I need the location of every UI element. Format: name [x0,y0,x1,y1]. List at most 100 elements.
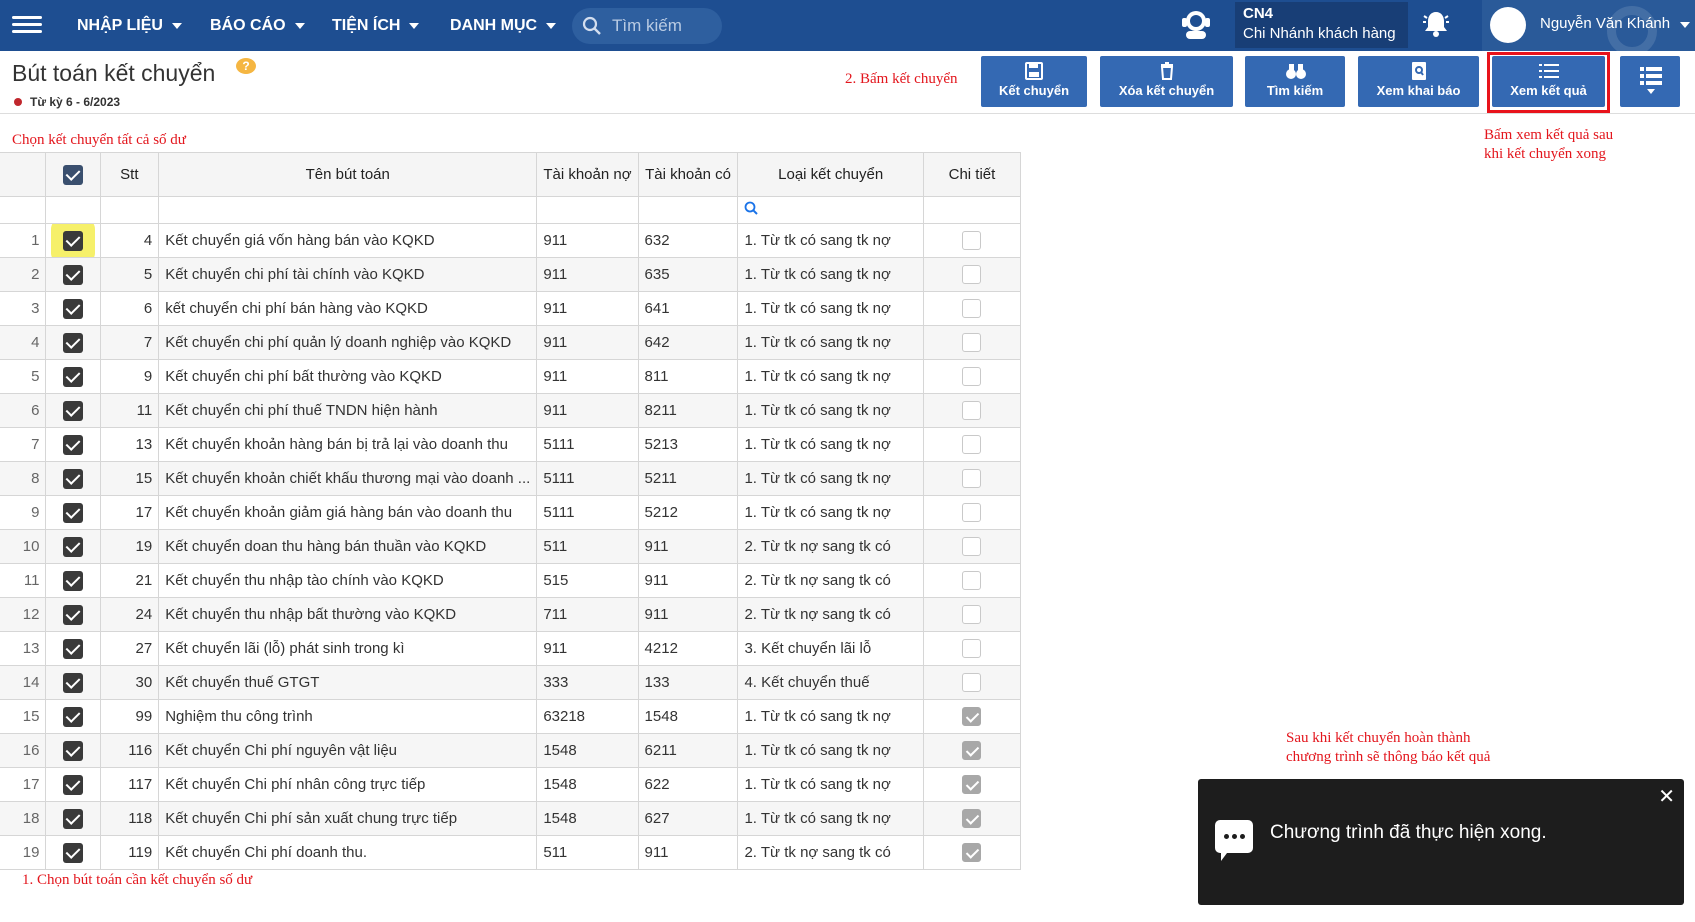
chi-tiet-checkbox[interactable] [962,843,982,862]
table-row[interactable]: 5 9 Kết chuyển chi phí bất thường vào KQKD… [0,359,1022,394]
filter-chi-tiet[interactable] [922,196,1022,224]
row-checkbox[interactable] [62,638,83,659]
user-menu[interactable]: Nguyễn Văn Khánh [1482,0,1695,56]
ket-chuyen-button[interactable]: Kết chuyển [981,56,1087,107]
header-loai-ket-chuyen[interactable]: Loại kết chuyển [737,152,924,197]
menu-tien-ich[interactable]: TIỆN ÍCH [332,0,420,51]
menu-icon[interactable] [12,12,42,38]
filter-loai[interactable] [737,196,924,224]
filter-tk-no[interactable] [536,196,639,224]
table-row[interactable]: 15 99 Nghiệm thu công trình 63218 1548 1. Từ … [0,699,1022,734]
row-checkbox[interactable] [62,536,83,557]
table-row[interactable]: 6 11 Kết chuyển chi phí thuế TNDN hiện hàn… [0,393,1022,428]
row-number: 2 [0,257,47,292]
cell-stt: 21 [99,563,160,598]
cell-loai: 2. Từ tk nợ sang tk có [737,835,924,870]
support-agent-icon[interactable] [1179,9,1213,41]
search-input[interactable]: Tìm kiếm [572,8,722,44]
help-icon[interactable]: ? [236,58,256,74]
chi-tiet-checkbox[interactable] [962,367,982,386]
row-checkbox[interactable] [62,332,83,353]
select-all-checkbox[interactable] [62,164,83,185]
header-tai-khoan-no[interactable]: Tài khoản nợ [536,152,639,197]
chi-tiet-checkbox[interactable] [962,673,982,692]
menu-danh-muc[interactable]: DANH MỤC [450,0,557,51]
row-checkbox[interactable] [62,434,83,455]
table-row[interactable]: 3 6 kết chuyển chi phí bán hàng vào KQKD 91… [0,291,1022,326]
chi-tiet-checkbox[interactable] [962,605,982,624]
header-stt[interactable]: Stt [99,152,160,197]
cell-tk-co: 8211 [637,393,739,428]
chi-tiet-checkbox[interactable] [962,707,982,726]
chi-tiet-checkbox[interactable] [962,231,982,250]
filter-ten[interactable] [158,196,538,224]
header-chi-tiet[interactable]: Chi tiết [922,152,1022,197]
row-checkbox[interactable] [62,400,83,421]
table-row[interactable]: 4 7 Kết chuyển chi phí quản lý doanh nghiệ… [0,325,1022,360]
branch-selector[interactable]: CN4 Chi Nhánh khách hàng [1235,2,1408,48]
row-checkbox[interactable] [62,570,83,591]
bell-icon[interactable] [1420,8,1452,40]
row-checkbox[interactable] [62,230,83,251]
chi-tiet-checkbox[interactable] [962,537,982,556]
cell-loai: 1. Từ tk có sang tk nợ [737,699,924,734]
chi-tiet-checkbox[interactable] [962,299,982,318]
xoa-ket-chuyen-button[interactable]: Xóa kết chuyển [1100,56,1233,107]
table-row[interactable]: 10 19 Kết chuyển doan thu hàng bán thuần v… [0,529,1022,564]
cell-tk-no: 711 [536,597,639,632]
table-row[interactable]: 7 13 Kết chuyển khoản hàng bán bị trả lại … [0,427,1022,462]
row-checkbox[interactable] [62,740,83,761]
filter-stt[interactable] [99,196,160,224]
table-row[interactable]: 14 30 Kết chuyển thuế GTGT 333 133 4. Kết chu… [0,665,1022,700]
table-row[interactable]: 2 5 Kết chuyển chi phí tài chính vào KQKD 9… [0,257,1022,292]
chi-tiet-checkbox[interactable] [962,435,982,454]
chi-tiet-checkbox[interactable] [962,265,982,284]
filter-tk-co[interactable] [637,196,739,224]
chi-tiet-checkbox[interactable] [962,741,982,760]
row-checkbox[interactable] [62,264,83,285]
row-checkbox[interactable] [62,842,83,863]
header-ten-but-toan[interactable]: Tên bút toán [158,152,538,197]
row-checkbox[interactable] [62,502,83,523]
row-checkbox[interactable] [62,774,83,795]
chi-tiet-checkbox[interactable] [962,639,982,658]
chi-tiet-checkbox[interactable] [962,571,982,590]
cell-stt: 119 [99,835,160,870]
chi-tiet-checkbox[interactable] [962,333,982,352]
menu-bao-cao[interactable]: BÁO CÁO [210,0,305,51]
row-checkbox[interactable] [62,366,83,387]
table-row[interactable]: 17 117 Kết chuyển Chi phí nhân công trực t… [0,767,1022,802]
cell-loai: 1. Từ tk có sang tk nợ [737,427,924,462]
trash-icon [1157,62,1177,80]
row-checkbox[interactable] [62,672,83,693]
row-checkbox[interactable] [62,706,83,727]
row-checkbox[interactable] [62,604,83,625]
row-checkbox[interactable] [62,468,83,489]
table-row[interactable]: 19 119 Kết chuyển Chi phí doanh thu. 511 911… [0,835,1022,870]
chi-tiet-checkbox[interactable] [962,775,982,794]
menu-label: NHẬP LIỆU [77,16,163,34]
row-checkbox[interactable] [62,808,83,829]
cell-tk-co: 911 [637,529,739,564]
xem-khai-bao-button[interactable]: Xem khai báo [1358,56,1479,107]
table-row[interactable]: 8 15 Kết chuyển khoản chiết khấu thương mạ… [0,461,1022,496]
table-row[interactable]: 12 24 Kết chuyển thu nhập bất thường vào K… [0,597,1022,632]
menu-nhap-lieu[interactable]: NHẬP LIỆU [77,0,182,51]
chi-tiet-checkbox[interactable] [962,809,982,828]
table-row[interactable]: 11 21 Kết chuyển thu nhập tào chính vào KQ… [0,563,1022,598]
table-row[interactable]: 16 116 Kết chuyển Chi phí nguyên vật liệu 1… [0,733,1022,768]
cell-ten-but-toan: Kết chuyển thu nhập bất thường vào KQKD [158,597,538,632]
header-tai-khoan-co[interactable]: Tài khoản có [637,152,739,197]
cell-ten-but-toan: Kết chuyển thu nhập tào chính vào KQKD [158,563,538,598]
table-row[interactable]: 1 4 Kết chuyển giá vốn hàng bán vào KQKD 91… [0,223,1022,258]
chi-tiet-checkbox[interactable] [962,503,982,522]
tim-kiem-button[interactable]: Tìm kiếm [1245,56,1345,107]
table-row[interactable]: 18 118 Kết chuyển Chi phí sản xuất chung t… [0,801,1022,836]
close-icon[interactable]: ✕ [1658,784,1675,809]
table-row[interactable]: 9 17 Kết chuyển khoản giảm giá hàng bán và… [0,495,1022,530]
chi-tiet-checkbox[interactable] [962,401,982,420]
chi-tiet-checkbox[interactable] [962,469,982,488]
more-options-button[interactable] [1620,56,1680,107]
row-checkbox[interactable] [62,298,83,319]
table-row[interactable]: 13 27 Kết chuyển lãi (lỗ) phát sinh trong … [0,631,1022,666]
